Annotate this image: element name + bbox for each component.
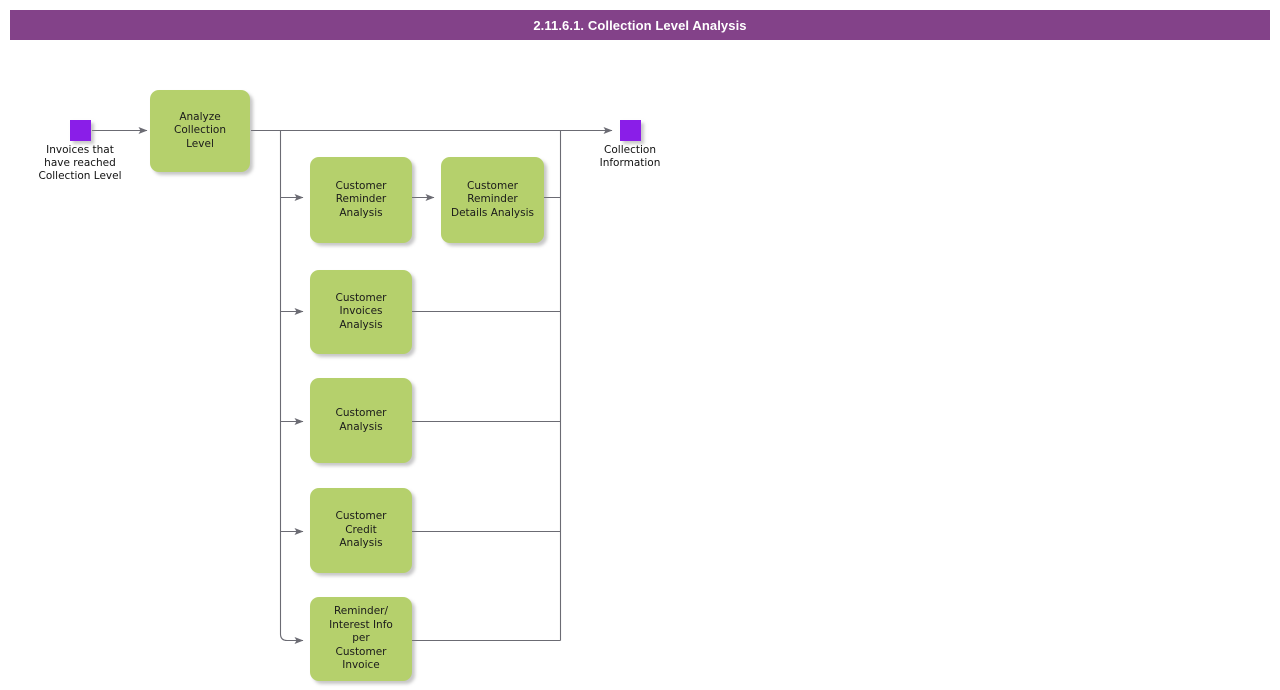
activity-label: Customer Reminder Details Analysis — [448, 180, 537, 221]
activity-customer-reminder-details-analysis[interactable]: Customer Reminder Details Analysis — [441, 157, 544, 243]
activity-label: Customer Analysis — [332, 407, 389, 434]
end-terminator[interactable] — [620, 120, 641, 141]
process-flow-diagram: Invoices that have reached Collection Le… — [0, 0, 1280, 690]
activity-label: Customer Credit Analysis — [332, 510, 389, 551]
start-terminator-label: Invoices that have reached Collection Le… — [0, 144, 160, 183]
activity-customer-reminder-analysis[interactable]: Customer Reminder Analysis — [310, 157, 412, 243]
activity-customer-credit-analysis[interactable]: Customer Credit Analysis — [310, 488, 412, 573]
activity-customer-analysis[interactable]: Customer Analysis — [310, 378, 412, 463]
end-terminator-label: Collection Information — [550, 144, 710, 170]
start-terminator[interactable] — [70, 120, 91, 141]
activity-label: Analyze Collection Level — [171, 111, 229, 152]
wire-left-spine — [281, 131, 304, 641]
activity-label: Customer Reminder Analysis — [332, 180, 389, 221]
activity-reminder-interest-info-per-customer-invoice[interactable]: Reminder/ Interest Info per Customer Inv… — [310, 597, 412, 681]
activity-analyze-collection-level[interactable]: Analyze Collection Level — [150, 90, 250, 172]
activity-label: Customer Invoices Analysis — [332, 292, 389, 333]
activity-customer-invoices-analysis[interactable]: Customer Invoices Analysis — [310, 270, 412, 354]
activity-label: Reminder/ Interest Info per Customer Inv… — [326, 605, 396, 673]
